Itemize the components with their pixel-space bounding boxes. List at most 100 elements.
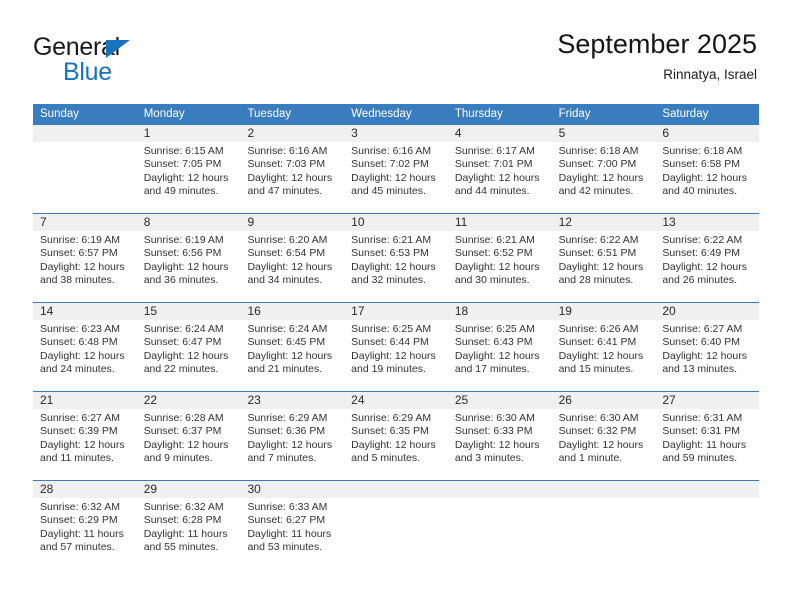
day-header-thursday: Thursday	[454, 108, 503, 120]
day-info: Sunrise: 6:20 AM Sunset: 6:54 PM Dayligh…	[240, 231, 344, 287]
calendar-day-cell[interactable]: 29 Sunrise: 6:32 AM Sunset: 6:28 PM Dayl…	[136, 481, 241, 569]
sunrise-text: Sunrise: 6:32 AM	[40, 501, 120, 513]
daylight-text-line1: Daylight: 12 hours	[143, 349, 229, 362]
sunset-text: Sunset: 7:01 PM	[454, 158, 533, 171]
day-number	[655, 481, 760, 498]
day-number: 22	[136, 392, 241, 409]
calendar-day-cell[interactable]: 13 Sunrise: 6:22 AM Sunset: 6:49 PM Dayl…	[655, 214, 760, 302]
sunset-text: Sunset: 6:52 PM	[454, 247, 533, 260]
calendar-day-cell[interactable]	[551, 481, 656, 569]
calendar-day-cell[interactable]	[447, 481, 552, 569]
day-info: Sunrise: 6:29 AM Sunset: 6:36 PM Dayligh…	[240, 409, 344, 465]
sunrise-text: Sunrise: 6:15 AM	[143, 145, 224, 157]
daylight-text-line1: Daylight: 12 hours	[558, 349, 644, 362]
daylight-text-line2: and 19 minutes.	[351, 362, 426, 375]
sunset-text: Sunset: 6:27 PM	[247, 514, 326, 527]
calendar-day-cell[interactable]	[655, 481, 760, 569]
daylight-text-line1: Daylight: 12 hours	[662, 260, 747, 273]
daylight-text-line2: and 24 minutes.	[40, 362, 115, 375]
calendar-day-cell[interactable]: 17 Sunrise: 6:25 AM Sunset: 6:44 PM Dayl…	[344, 303, 448, 391]
calendar-day-cell[interactable]: 6 Sunrise: 6:18 AM Sunset: 6:58 PM Dayli…	[655, 125, 760, 213]
daylight-text-line1: Daylight: 11 hours	[662, 438, 747, 451]
sunrise-text: Sunrise: 6:26 AM	[558, 323, 639, 335]
day-number: 18	[447, 303, 552, 320]
day-info: Sunrise: 6:22 AM Sunset: 6:49 PM Dayligh…	[655, 231, 759, 287]
calendar-day-cell[interactable]: 8 Sunrise: 6:19 AM Sunset: 6:56 PM Dayli…	[136, 214, 241, 302]
daylight-text-line2: and 38 minutes.	[40, 273, 115, 286]
sunset-text: Sunset: 6:44 PM	[351, 336, 429, 349]
daylight-text-line2: and 49 minutes.	[143, 184, 219, 197]
sunset-text: Sunset: 7:02 PM	[351, 158, 429, 171]
daylight-text-line1: Daylight: 12 hours	[351, 260, 436, 273]
sunrise-text: Sunrise: 6:27 AM	[662, 323, 743, 335]
day-number: 15	[136, 303, 241, 320]
page-header: General Blue September 2025 Rinnatya, Is…	[0, 0, 792, 100]
day-info: Sunrise: 6:28 AM Sunset: 6:37 PM Dayligh…	[137, 409, 241, 465]
logo-triangle-icon	[106, 40, 130, 58]
calendar-day-cell[interactable]: 27 Sunrise: 6:31 AM Sunset: 6:31 PM Dayl…	[655, 392, 760, 480]
calendar-day-cell[interactable]: 22 Sunrise: 6:28 AM Sunset: 6:37 PM Dayl…	[136, 392, 241, 480]
calendar-day-cell[interactable]	[33, 125, 137, 213]
calendar-day-cell[interactable]: 24 Sunrise: 6:29 AM Sunset: 6:35 PM Dayl…	[344, 392, 448, 480]
general-blue-logo[interactable]: General Blue	[33, 33, 243, 86]
calendar-day-cell[interactable]: 12 Sunrise: 6:22 AM Sunset: 6:51 PM Dayl…	[551, 214, 656, 302]
daylight-text-line2: and 45 minutes.	[351, 184, 426, 197]
sunset-text: Sunset: 6:35 PM	[351, 425, 429, 438]
daylight-text-line2: and 11 minutes.	[40, 451, 114, 464]
calendar-day-cell[interactable]: 16 Sunrise: 6:24 AM Sunset: 6:45 PM Dayl…	[240, 303, 345, 391]
calendar-day-cell[interactable]: 28 Sunrise: 6:32 AM Sunset: 6:29 PM Dayl…	[33, 481, 137, 569]
calendar-day-cell[interactable]: 9 Sunrise: 6:20 AM Sunset: 6:54 PM Dayli…	[240, 214, 345, 302]
day-info: Sunrise: 6:22 AM Sunset: 6:51 PM Dayligh…	[552, 231, 656, 287]
day-info: Sunrise: 6:27 AM Sunset: 6:39 PM Dayligh…	[33, 409, 137, 465]
calendar-day-cell[interactable]: 20 Sunrise: 6:27 AM Sunset: 6:40 PM Dayl…	[655, 303, 760, 391]
day-number: 16	[240, 303, 345, 320]
calendar-day-cell[interactable]: 18 Sunrise: 6:25 AM Sunset: 6:43 PM Dayl…	[447, 303, 552, 391]
day-number	[33, 125, 137, 142]
day-info	[448, 498, 552, 501]
day-info: Sunrise: 6:15 AM Sunset: 7:05 PM Dayligh…	[137, 142, 241, 198]
calendar-day-cell[interactable]: 26 Sunrise: 6:30 AM Sunset: 6:32 PM Dayl…	[551, 392, 656, 480]
day-info: Sunrise: 6:32 AM Sunset: 6:28 PM Dayligh…	[137, 498, 241, 554]
calendar-day-cell[interactable]: 15 Sunrise: 6:24 AM Sunset: 6:47 PM Dayl…	[136, 303, 241, 391]
daylight-text-line2: and 21 minutes.	[247, 362, 323, 375]
day-header-wednesday: Wednesday	[351, 108, 412, 120]
calendar-day-cell[interactable]: 30 Sunrise: 6:33 AM Sunset: 6:27 PM Dayl…	[240, 481, 345, 569]
calendar-day-header-row: Sunday Monday Tuesday Wednesday Thursday…	[33, 104, 759, 125]
daylight-text-line1: Daylight: 12 hours	[454, 438, 540, 451]
calendar-day-cell[interactable]: 5 Sunrise: 6:18 AM Sunset: 7:00 PM Dayli…	[551, 125, 656, 213]
day-info: Sunrise: 6:25 AM Sunset: 6:43 PM Dayligh…	[448, 320, 552, 376]
day-info: Sunrise: 6:33 AM Sunset: 6:27 PM Dayligh…	[240, 498, 344, 554]
day-number: 3	[344, 125, 448, 142]
daylight-text-line1: Daylight: 12 hours	[40, 438, 125, 451]
daylight-text-line1: Daylight: 12 hours	[40, 260, 125, 273]
calendar-day-cell[interactable]: 2 Sunrise: 6:16 AM Sunset: 7:03 PM Dayli…	[240, 125, 345, 213]
calendar-day-cell[interactable]: 7 Sunrise: 6:19 AM Sunset: 6:57 PM Dayli…	[33, 214, 137, 302]
calendar-day-cell[interactable]: 19 Sunrise: 6:26 AM Sunset: 6:41 PM Dayl…	[551, 303, 656, 391]
calendar-day-cell[interactable]: 23 Sunrise: 6:29 AM Sunset: 6:36 PM Dayl…	[240, 392, 345, 480]
sunrise-text: Sunrise: 6:29 AM	[351, 412, 432, 424]
calendar-day-cell[interactable]: 25 Sunrise: 6:30 AM Sunset: 6:33 PM Dayl…	[447, 392, 552, 480]
daylight-text-line2: and 26 minutes.	[662, 273, 738, 286]
calendar-day-cell[interactable]: 11 Sunrise: 6:21 AM Sunset: 6:52 PM Dayl…	[447, 214, 552, 302]
day-info	[33, 142, 137, 145]
calendar-day-cell[interactable]: 3 Sunrise: 6:16 AM Sunset: 7:02 PM Dayli…	[344, 125, 448, 213]
sunrise-text: Sunrise: 6:20 AM	[247, 234, 328, 246]
calendar-day-cell[interactable]: 10 Sunrise: 6:21 AM Sunset: 6:53 PM Dayl…	[344, 214, 448, 302]
daylight-text-line2: and 42 minutes.	[558, 184, 634, 197]
sunset-text: Sunset: 6:57 PM	[40, 247, 118, 260]
sunset-text: Sunset: 6:51 PM	[558, 247, 637, 260]
sunrise-text: Sunrise: 6:31 AM	[662, 412, 743, 424]
daylight-text-line2: and 40 minutes.	[662, 184, 738, 197]
day-number	[344, 481, 448, 498]
sunrise-text: Sunrise: 6:25 AM	[351, 323, 432, 335]
calendar-page: General Blue September 2025 Rinnatya, Is…	[0, 0, 792, 612]
sunset-text: Sunset: 6:36 PM	[247, 425, 326, 438]
calendar-day-cell[interactable]	[344, 481, 448, 569]
calendar-day-cell[interactable]: 4 Sunrise: 6:17 AM Sunset: 7:01 PM Dayli…	[447, 125, 552, 213]
calendar-day-cell[interactable]: 14 Sunrise: 6:23 AM Sunset: 6:48 PM Dayl…	[33, 303, 137, 391]
day-number: 23	[240, 392, 345, 409]
calendar-day-cell[interactable]: 21 Sunrise: 6:27 AM Sunset: 6:39 PM Dayl…	[33, 392, 137, 480]
day-info: Sunrise: 6:25 AM Sunset: 6:44 PM Dayligh…	[344, 320, 448, 376]
calendar-day-cell[interactable]: 1 Sunrise: 6:15 AM Sunset: 7:05 PM Dayli…	[136, 125, 241, 213]
day-info: Sunrise: 6:24 AM Sunset: 6:45 PM Dayligh…	[240, 320, 344, 376]
